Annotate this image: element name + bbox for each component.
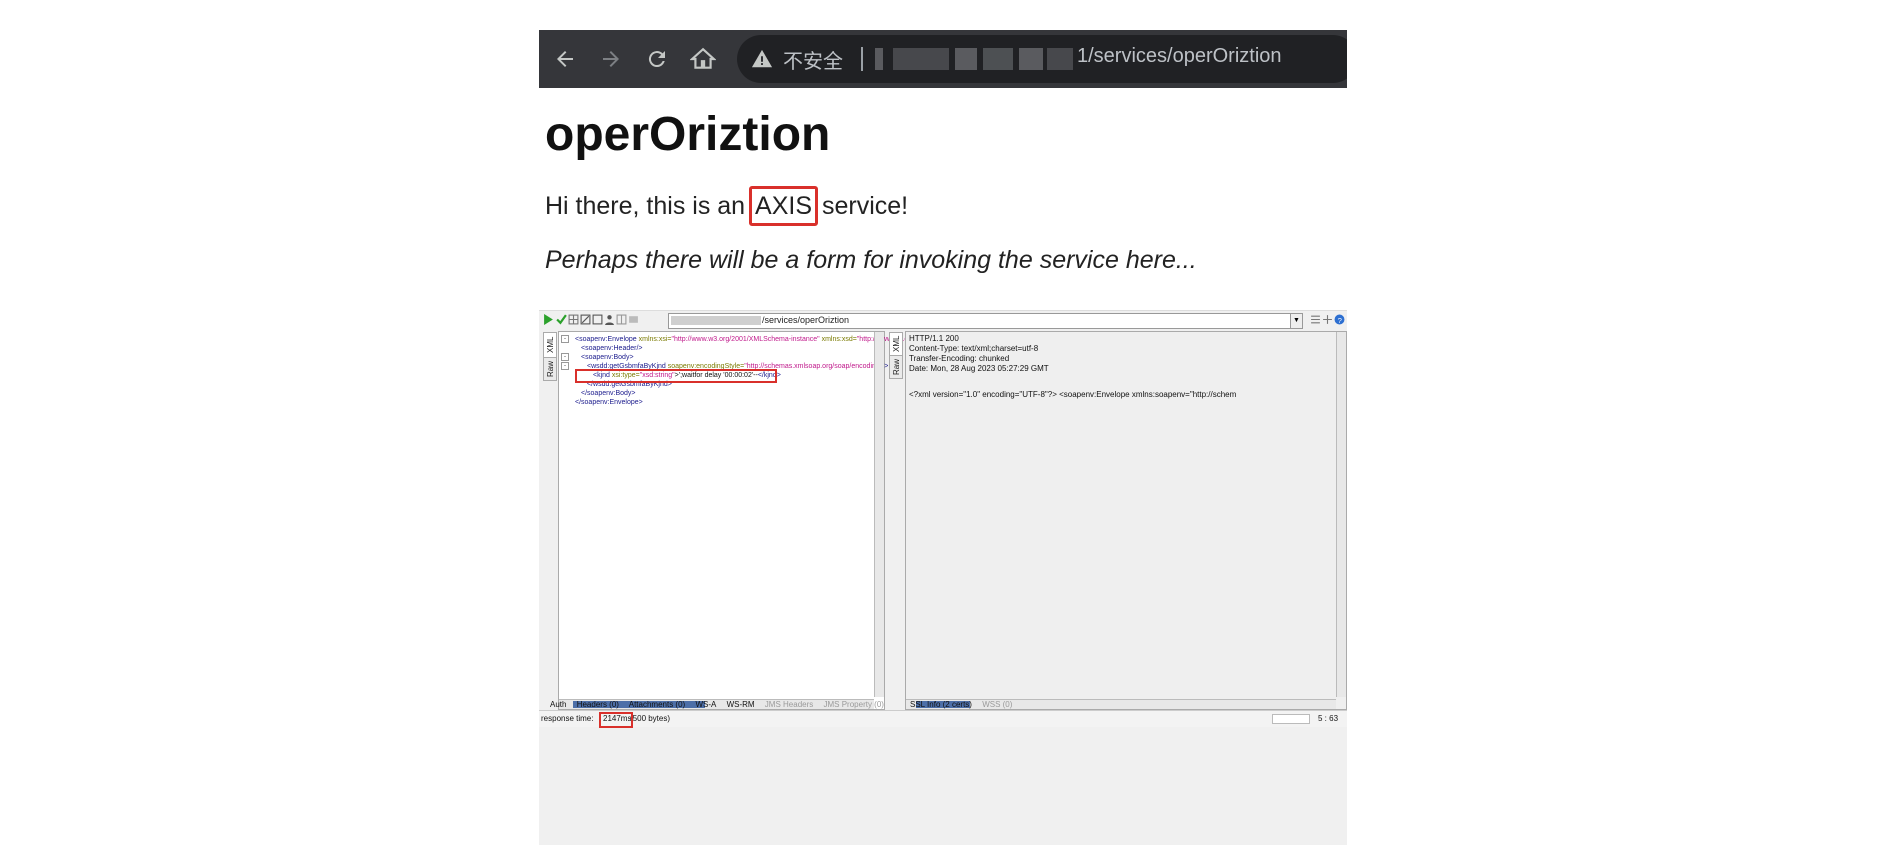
response-size: (500 bytes) xyxy=(630,714,671,723)
service-form-note: Perhaps there will be a form for invokin… xyxy=(545,246,1197,274)
browser-toolbar: 不安全 1/services/operOriztion xyxy=(539,30,1347,88)
security-status-text[interactable]: 不安全 xyxy=(783,45,843,74)
run-check-icon[interactable] xyxy=(556,314,567,325)
response-text: HTTP/1.1 200 Content-Type: text/xml;chars… xyxy=(909,334,1236,400)
soapui-window: /services/operOriztion ▼ ? XML Raw - - -… xyxy=(539,310,1347,845)
redacted-endpoint-host xyxy=(671,316,761,325)
request-xml-code: <soapenv:Envelope xmlns:xsi="http://www.… xyxy=(575,334,915,444)
response-body: <?xml version="1.0" encoding="UTF-8"?> <… xyxy=(909,390,1237,399)
tab-auth[interactable]: Auth xyxy=(550,700,566,709)
tab-attachments[interactable]: Attachments (0) xyxy=(629,700,685,709)
reload-icon[interactable] xyxy=(641,43,673,75)
request-xml-tab[interactable]: XML xyxy=(543,332,557,358)
forward-arrow-icon[interactable] xyxy=(595,43,627,75)
response-time-label: response time: xyxy=(541,714,594,723)
request-raw-tab[interactable]: Raw xyxy=(543,357,557,381)
endpoint-combo[interactable]: /services/operOriztion ▼ xyxy=(668,313,1303,329)
endpoint-path: /services/operOriztion xyxy=(762,315,850,325)
request-xml-editor[interactable]: - - - <soapenv:Envelope xmlns:xsi="http:… xyxy=(558,331,915,710)
panel-icon[interactable] xyxy=(592,314,603,325)
page-title: operOriztion xyxy=(545,108,831,161)
intro-text-start: Hi there, this is an xyxy=(545,192,753,220)
fold-toggle[interactable]: - xyxy=(561,362,569,370)
grid-icon[interactable] xyxy=(568,314,579,325)
warning-icon[interactable] xyxy=(751,48,773,74)
payload-highlight-box xyxy=(575,369,777,383)
tab-ws-rm[interactable]: WS-RM xyxy=(727,700,755,709)
response-raw-viewer[interactable]: HTTP/1.1 200 Content-Type: text/xml;chars… xyxy=(905,331,1347,710)
back-arrow-icon[interactable] xyxy=(549,43,581,75)
response-xml-tab[interactable]: XML xyxy=(889,332,903,356)
tab-headers[interactable]: Headers (0) xyxy=(577,700,619,709)
tab-wss[interactable]: WSS (0) xyxy=(982,700,1012,709)
response-raw-tab[interactable]: Raw xyxy=(889,355,903,379)
axis-highlight: AXIS xyxy=(749,186,819,226)
home-icon[interactable] xyxy=(687,43,719,75)
user-icon[interactable] xyxy=(604,314,615,325)
combo-arrow-icon[interactable]: ▼ xyxy=(1290,314,1302,328)
response-transfer-encoding: Transfer-Encoding: chunked xyxy=(909,354,1010,363)
tab-ssl-info[interactable]: SSL Info (2 certs) xyxy=(910,700,972,709)
url-text[interactable]: 1/services/operOriztion xyxy=(1077,45,1282,68)
request-bottom-tabs: Auth Headers (0) Attachments (0) WS-A WS… xyxy=(550,700,892,709)
fold-toggle[interactable]: - xyxy=(561,335,569,343)
redacted-host xyxy=(875,48,1075,70)
screenshot-frame: 不安全 1/services/operOriztion operOriztion… xyxy=(539,30,1347,845)
response-vertical-scrollbar[interactable] xyxy=(1336,332,1346,697)
intro-text-end: service! xyxy=(815,192,909,220)
tile-icon[interactable] xyxy=(1310,314,1321,325)
run-icon[interactable] xyxy=(543,314,554,325)
split-icon[interactable] xyxy=(616,314,627,325)
response-status-line: HTTP/1.1 200 xyxy=(909,334,959,343)
tab-ws-a[interactable]: WS-A xyxy=(695,700,716,709)
fold-toggle[interactable]: - xyxy=(561,353,569,361)
tab-jms-property[interactable]: JMS Property (0) xyxy=(824,700,884,709)
response-content-type: Content-Type: text/xml;charset=utf-8 xyxy=(909,344,1039,353)
response-time-highlight-box xyxy=(599,712,633,728)
svg-text:?: ? xyxy=(1338,316,1342,325)
add-icon[interactable] xyxy=(1322,314,1333,325)
layout-icon[interactable] xyxy=(628,314,639,325)
zoom-icon[interactable] xyxy=(580,314,591,325)
address-separator xyxy=(861,47,863,71)
intro-text: Hi there, this is an AXIS service! xyxy=(545,186,909,226)
tab-jms-headers[interactable]: JMS Headers xyxy=(765,700,813,709)
response-date: Date: Mon, 28 Aug 2023 05:27:29 GMT xyxy=(909,364,1049,373)
xml-line: </soapenv:Envelope> xyxy=(575,399,643,406)
status-bar: response time: 2147ms (500 bytes) 5 : 63 xyxy=(539,710,1347,728)
help-icon[interactable]: ? xyxy=(1334,314,1345,325)
progress-field xyxy=(1272,714,1310,724)
address-bar[interactable]: 不安全 1/services/operOriztion xyxy=(737,35,1347,83)
response-bottom-tabs: SSL Info (2 certs) WSS (0) xyxy=(910,700,1020,709)
cursor-position: 5 : 63 xyxy=(1318,714,1339,723)
request-vertical-scrollbar[interactable] xyxy=(874,332,884,697)
